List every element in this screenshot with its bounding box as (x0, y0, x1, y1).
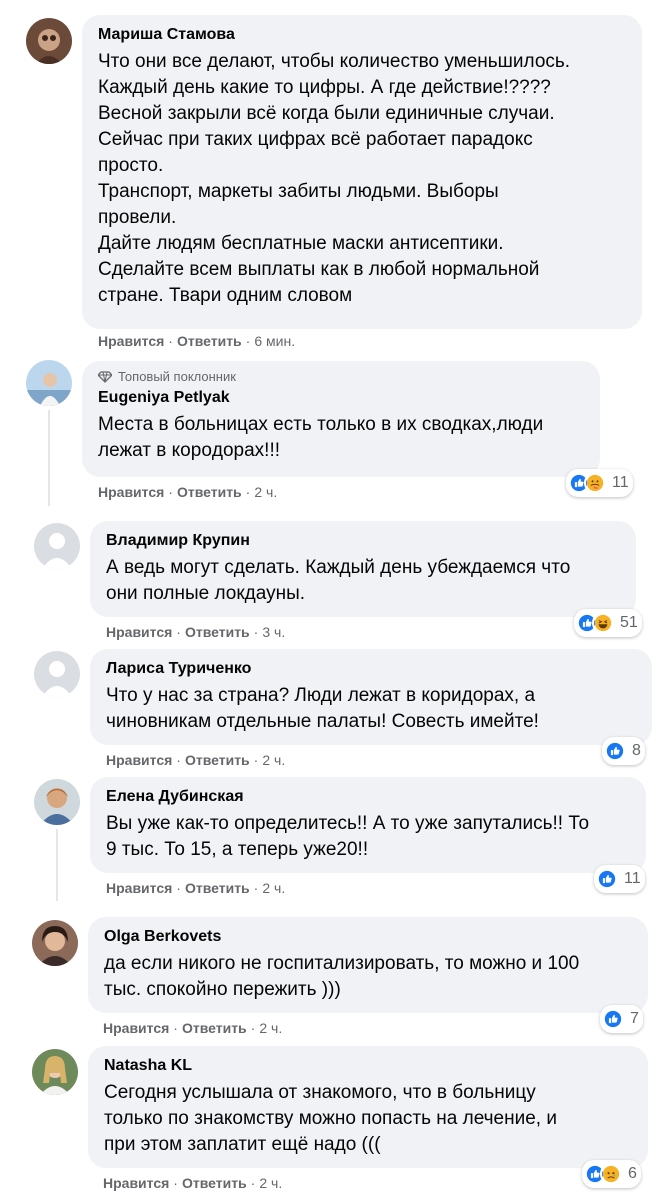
avatar[interactable] (32, 1049, 78, 1095)
reaction-count: 7 (630, 1010, 639, 1027)
reactions-summary[interactable]: 11 (566, 469, 633, 497)
reaction-count: 11 (624, 870, 641, 887)
reactions-summary[interactable]: 8 (602, 737, 645, 765)
separator: · (173, 1020, 178, 1036)
comment-bubble: Natasha KL Сегодня услышала от знакомого… (88, 1046, 648, 1168)
diamond-icon (98, 370, 112, 383)
separator: · (168, 333, 173, 349)
separator: · (173, 1175, 178, 1191)
comment-author[interactable]: Лариса Туриченко (106, 659, 638, 679)
reply-link[interactable]: Ответить (185, 880, 250, 896)
like-link[interactable]: Нравится (98, 333, 164, 349)
separator: · (250, 1020, 256, 1036)
like-reaction-icon (596, 868, 618, 890)
like-link[interactable]: Нравится (98, 484, 164, 500)
reply-link[interactable]: Ответить (182, 1175, 247, 1191)
separator: · (253, 880, 259, 896)
reaction-count: 6 (628, 1165, 637, 1182)
top-fan-badge[interactable]: Топовый поклонник (98, 369, 586, 384)
like-link[interactable]: Нравится (106, 880, 172, 896)
separator: · (250, 1175, 256, 1191)
separator: · (176, 880, 181, 896)
reaction-count: 51 (620, 614, 638, 631)
comment-actions: Нравится · Ответить · 2 ч. (106, 880, 285, 896)
comment-author[interactable]: Eugeniya Petlyak (98, 388, 586, 408)
comment-time[interactable]: 2 ч. (259, 1020, 282, 1036)
avatar[interactable] (26, 18, 72, 64)
comment-text: да если никого не госпитализировать, то … (104, 953, 580, 1000)
avatar[interactable] (34, 651, 80, 697)
avatar[interactable] (26, 360, 72, 406)
reaction-count: 8 (632, 742, 641, 759)
badge-label: Топовый поклонник (118, 369, 236, 384)
comment-time[interactable]: 2 ч. (259, 1175, 282, 1191)
like-reaction-icon (602, 1008, 624, 1030)
comment-actions: Нравится · Ответить · 2 ч. (98, 484, 277, 500)
separator: · (176, 752, 181, 768)
separator: · (245, 333, 251, 349)
reactions-summary[interactable]: 51 (574, 609, 642, 637)
comment-time[interactable]: 2 ч. (262, 752, 285, 768)
avatar[interactable] (34, 523, 80, 569)
reply-link[interactable]: Ответить (177, 333, 242, 349)
separator: · (168, 484, 173, 500)
comment-time[interactable]: 3 ч. (262, 624, 285, 640)
reactions-summary[interactable]: 11 (594, 865, 645, 893)
care-reaction-icon (584, 472, 606, 494)
comment-author[interactable]: Olga Berkovets (104, 927, 634, 947)
avatar[interactable] (34, 779, 80, 825)
like-link[interactable]: Нравится (106, 752, 172, 768)
like-link[interactable]: Нравится (103, 1020, 169, 1036)
reply-link[interactable]: Ответить (185, 624, 250, 640)
comment-bubble: Владимир Крупин А ведь могут сделать. Ка… (90, 521, 636, 617)
comment-actions: Нравится · Ответить · 6 мин. (98, 333, 295, 349)
comment-time[interactable]: 2 ч. (262, 880, 285, 896)
separator: · (253, 624, 259, 640)
like-link[interactable]: Нравится (106, 624, 172, 640)
comment-text: Вы уже как-то определитесь!! А то уже за… (106, 813, 590, 860)
comment-text: Что у нас за страна? Люди лежат в коридо… (106, 685, 539, 732)
thread-line (48, 410, 50, 506)
comment-bubble: Olga Berkovets да если никого не госпита… (88, 917, 648, 1013)
separator: · (253, 752, 259, 768)
comment-text: Сегодня услышала от знакомого, что в бол… (104, 1082, 557, 1155)
comment-actions: Нравится · Ответить · 2 ч. (106, 752, 285, 768)
comment-actions: Нравится · Ответить · 3 ч. (106, 624, 285, 640)
thread-line (56, 829, 58, 901)
comment-actions: Нравится · Ответить · 2 ч. (103, 1020, 282, 1036)
comment-text: А ведь могут сделать. Каждый день убежда… (106, 557, 571, 604)
reply-link[interactable]: Ответить (177, 484, 242, 500)
haha-reaction-icon (592, 612, 614, 634)
avatar[interactable] (32, 920, 78, 966)
like-link[interactable]: Нравится (103, 1175, 169, 1191)
reactions-summary[interactable]: 6 (582, 1160, 641, 1188)
comment-author[interactable]: Natasha KL (104, 1056, 634, 1076)
comment-text: Что они все делают, чтобы количество уме… (98, 51, 571, 306)
separator: · (245, 484, 251, 500)
comment-bubble: Лариса Туриченко Что у нас за страна? Лю… (90, 649, 652, 745)
comment-time[interactable]: 6 мин. (254, 333, 295, 349)
comment-author[interactable]: Елена Дубинская (106, 787, 632, 807)
comment-author[interactable]: Мариша Стамова (98, 25, 628, 45)
comment-bubble: Топовый поклонник Eugeniya Petlyak Места… (82, 361, 600, 477)
like-reaction-icon (604, 740, 626, 762)
reply-link[interactable]: Ответить (185, 752, 250, 768)
comment-bubble: Елена Дубинская Вы уже как-то определите… (90, 777, 646, 873)
comment-text: Места в больницах есть только в их сводк… (98, 414, 544, 461)
comment-author[interactable]: Владимир Крупин (106, 531, 622, 551)
separator: · (176, 624, 181, 640)
sad-reaction-icon (600, 1163, 622, 1185)
reactions-summary[interactable]: 7 (600, 1005, 643, 1033)
comment-actions: Нравится · Ответить · 2 ч. (103, 1175, 282, 1191)
reaction-count: 11 (612, 474, 629, 491)
comment-bubble: Мариша Стамова Что они все делают, чтобы… (82, 15, 642, 329)
comment-time[interactable]: 2 ч. (254, 484, 277, 500)
reply-link[interactable]: Ответить (182, 1020, 247, 1036)
